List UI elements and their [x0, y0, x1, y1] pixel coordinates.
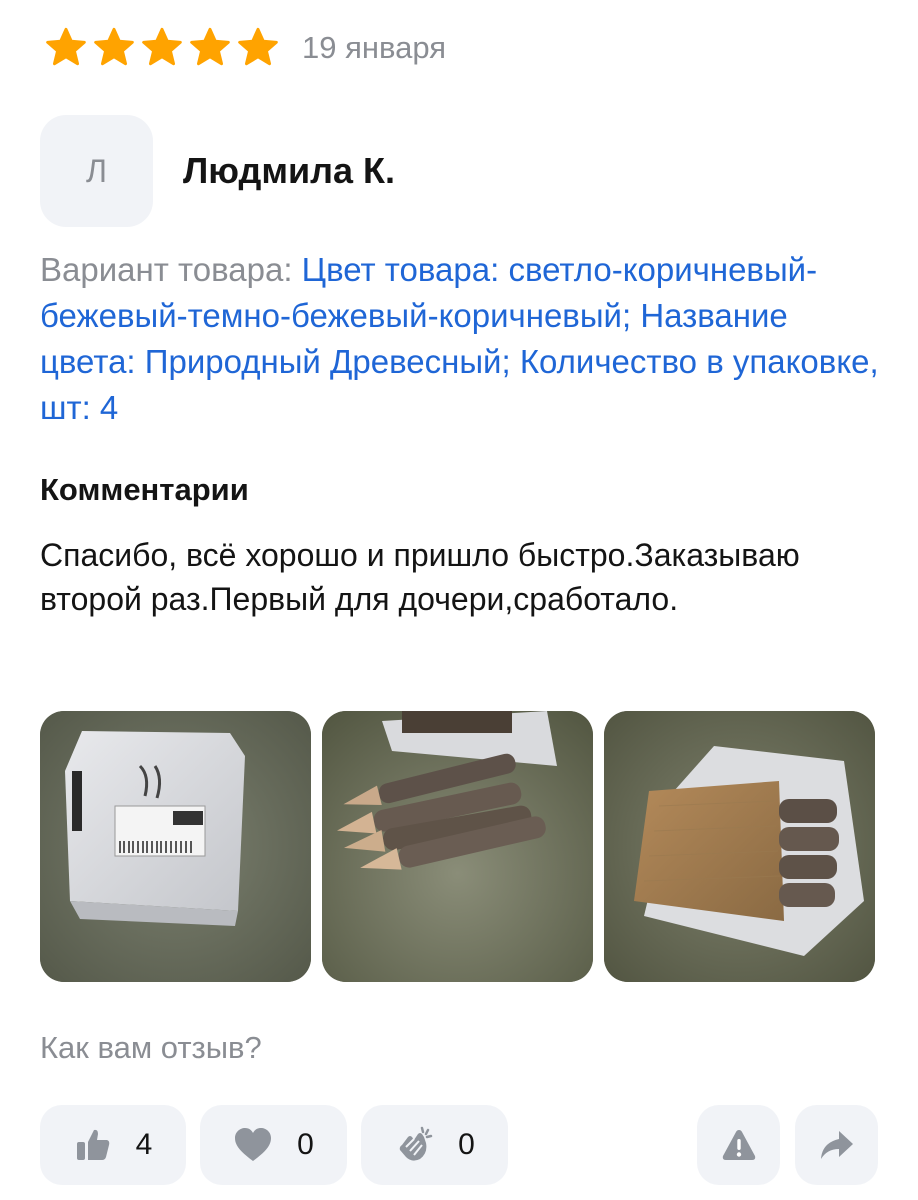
share-arrow-icon — [820, 1131, 853, 1159]
feedback-question: Как вам отзыв? — [40, 1030, 262, 1065]
star-icon — [190, 27, 230, 66]
heart-icon — [235, 1128, 272, 1161]
review-photos — [40, 711, 875, 982]
review-date: 19 января — [302, 30, 447, 65]
star-icon — [94, 27, 134, 66]
star-rating — [44, 26, 280, 70]
pencils-in-box-photo-image — [604, 711, 875, 982]
report-button[interactable] — [697, 1105, 780, 1185]
clap-button[interactable]: 0 — [361, 1105, 508, 1185]
product-variant: Вариант товара: Цвет товара: светло-кори… — [40, 247, 880, 431]
star-icon — [46, 27, 86, 66]
package-photo-image — [40, 711, 311, 982]
heart-count: 0 — [297, 1128, 314, 1161]
clap-count: 0 — [458, 1128, 475, 1161]
comments-heading: Комментарии — [40, 472, 249, 507]
like-button[interactable]: 4 — [40, 1105, 186, 1185]
warning-icon — [722, 1130, 755, 1160]
author-name: Людмила К. — [183, 150, 396, 191]
pencils-photo-image — [322, 711, 593, 982]
pencils-photo[interactable] — [322, 711, 593, 982]
pencils-in-box-photo[interactable] — [604, 711, 875, 982]
share-button[interactable] — [795, 1105, 878, 1185]
heart-button[interactable]: 0 — [200, 1105, 347, 1185]
package-photo[interactable] — [40, 711, 311, 982]
thumbs-up-icon — [76, 1129, 109, 1160]
avatar: Л — [40, 115, 153, 227]
variant-label: Вариант товара: — [40, 251, 293, 288]
like-count: 4 — [135, 1128, 153, 1161]
comment-text: Спасибо, всё хорошо и пришло быстро.Зака… — [40, 537, 800, 617]
clapping-hands-icon — [399, 1126, 433, 1161]
rating-row: 19 января — [44, 24, 446, 72]
star-icon — [142, 27, 182, 66]
avatar-initial: Л — [86, 152, 107, 189]
star-icon — [238, 27, 278, 66]
review-card: 19 января Л Людмила К. Вариант товара: Ц… — [0, 0, 918, 1200]
